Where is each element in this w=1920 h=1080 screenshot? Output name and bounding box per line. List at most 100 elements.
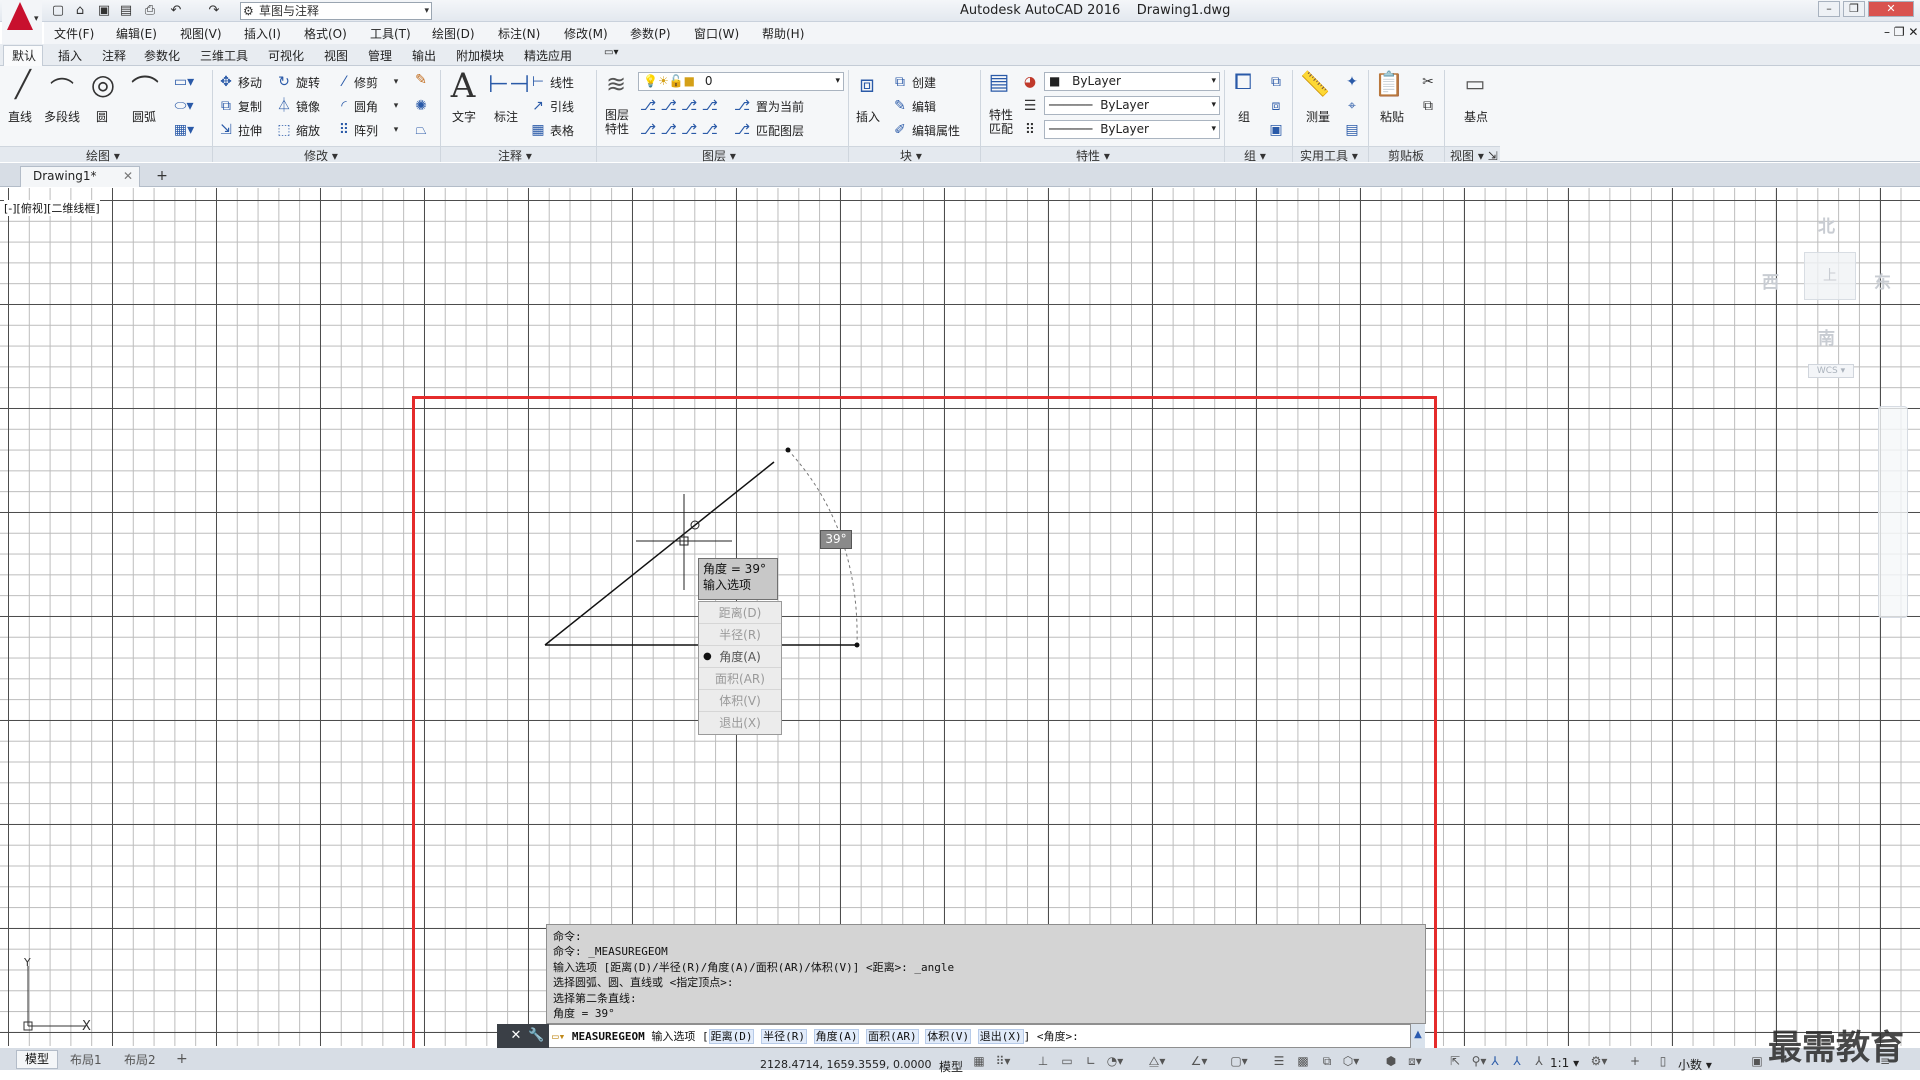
option-angle[interactable]: ● 角度(A) [699, 646, 781, 668]
tab-addins[interactable]: 附加模块 [456, 47, 504, 64]
arc-icon[interactable]: ⌒ [128, 68, 162, 108]
tab-manage[interactable]: 管理 [368, 47, 392, 64]
tab-parametric[interactable]: 参数化 [144, 47, 180, 64]
calculator-icon[interactable]: ▤ [1344, 122, 1360, 138]
tab-visualize[interactable]: 可视化 [268, 47, 304, 64]
table-icon[interactable]: ▦ [530, 122, 546, 138]
menu-parametric[interactable]: 参数(P) [630, 25, 671, 42]
option-radius[interactable]: 半径(R) [699, 624, 781, 646]
layer-tools-icons-2[interactable]: ⎇ ⎇ ⎇ ⎇ [640, 122, 730, 138]
insert-block-button[interactable]: 插入 [856, 108, 880, 125]
dimension-button[interactable]: 标注 [494, 108, 518, 125]
line-icon[interactable]: ╱ [6, 70, 40, 100]
close-icon[interactable]: ✕ [123, 167, 133, 186]
table-button[interactable]: 表格 [550, 122, 574, 139]
tab-insert[interactable]: 插入 [58, 47, 82, 64]
menu-window[interactable]: 窗口(W) [694, 25, 739, 42]
snap-icon[interactable]: ⠿▾ [994, 1054, 1012, 1068]
group-icon[interactable]: ⧠ [1228, 70, 1258, 95]
match-layer-icon[interactable]: ⎇ [734, 122, 750, 138]
copy-icon[interactable]: ⧉ [218, 98, 234, 114]
command-prompt[interactable]: ▭▾ MEASUREGEOM 输入选项 [距离(D) 半径(R) 角度(A) 面… [552, 1028, 1079, 1044]
color-select[interactable]: ■ ByLayer ▾ [1044, 72, 1220, 91]
viewcube-west[interactable]: 西 [1762, 268, 1779, 293]
minimize-button[interactable]: – [1818, 1, 1840, 17]
tab-output[interactable]: 输出 [412, 47, 436, 64]
viewcube-north[interactable]: 北 [1818, 212, 1835, 237]
group-select-icon[interactable]: ▣ [1268, 122, 1284, 138]
tab-layout2[interactable]: 布局2 [124, 1051, 156, 1068]
layer-select[interactable]: 💡☀🔓■ 0 ▾ [638, 72, 844, 91]
units-select[interactable]: 小数 ▾ [1678, 1056, 1712, 1073]
transparency-toggle-icon[interactable]: ▩ [1294, 1054, 1312, 1068]
menu-view[interactable]: 视图(V) [180, 25, 222, 42]
scale-button[interactable]: 缩放 [296, 122, 320, 139]
viewcube-south[interactable]: 南 [1818, 324, 1835, 349]
panel-annotation-label[interactable]: 注释 ▾ [498, 147, 532, 164]
base-view-icon[interactable]: ▭ [1458, 72, 1492, 97]
dimension-icon[interactable]: ⊢⊣ [488, 70, 530, 98]
tab-home[interactable]: 默认 [12, 47, 36, 64]
panel-view-label[interactable]: 视图 ▾ ⇲ [1450, 147, 1498, 164]
edit-attributes-icon[interactable]: ✐ [892, 122, 908, 138]
new-file-icon[interactable]: ▢ [50, 3, 66, 18]
chevron-down-icon[interactable]: ▾ [390, 74, 402, 90]
workspace-select[interactable]: ⚙ 草图与注释 ▾ [240, 2, 432, 20]
panel-clipboard-label[interactable]: 剪贴板 [1388, 147, 1424, 164]
linear-button[interactable]: 线性 [550, 74, 574, 91]
copy-clip-icon[interactable]: ⧉ [1420, 98, 1436, 114]
new-tab-button[interactable]: + [152, 169, 172, 185]
rotate-button[interactable]: 旋转 [296, 74, 320, 91]
doc-window-controls[interactable]: – ❐ ✕ [1884, 25, 1918, 39]
text-icon[interactable]: A [446, 66, 480, 106]
save-as-icon[interactable]: ▤ [118, 3, 134, 18]
polyline-icon[interactable]: ⌒ [44, 70, 80, 105]
match-layer-button[interactable]: 匹配图层 [756, 122, 804, 139]
trim-button[interactable]: 修剪 [354, 74, 378, 91]
menu-dimension[interactable]: 标注(N) [498, 25, 540, 42]
layer-properties-button[interactable]: 图层特性 [604, 108, 630, 136]
annotation-scale-icon[interactable]: ⅄ [1508, 1054, 1526, 1068]
hatch-icon[interactable]: ⬭▾ [172, 98, 196, 114]
circle-button[interactable]: 圆 [96, 108, 108, 125]
set-current-icon[interactable]: ⎇ [734, 98, 750, 114]
cmd-option-distance[interactable]: 距离(D) [708, 1029, 755, 1044]
cmd-option-angle[interactable]: 角度(A) [813, 1029, 860, 1044]
leader-icon[interactable]: ↗ [530, 98, 546, 114]
option-exit[interactable]: 退出(X) [699, 712, 781, 734]
arc-button[interactable]: 圆弧 [132, 108, 156, 125]
linear-dim-icon[interactable]: ⊢ [530, 74, 546, 90]
fillet-button[interactable]: 圆角 [354, 98, 378, 115]
print-icon[interactable]: ⎙ [142, 3, 158, 18]
text-button[interactable]: 文字 [452, 108, 476, 125]
set-current-button[interactable]: 置为当前 [756, 98, 804, 115]
region-icon[interactable]: ▦▾ [172, 122, 196, 138]
edit-attributes-button[interactable]: 编辑属性 [912, 122, 960, 139]
wrench-icon[interactable]: 🔧 [528, 1028, 544, 1043]
menu-tools[interactable]: 工具(T) [370, 25, 411, 42]
navigation-bar[interactable] [1878, 406, 1908, 618]
isodraft-icon[interactable]: ⧋▾ [1148, 1054, 1166, 1069]
linetype-select[interactable]: ────── ByLayer ▾ [1044, 96, 1220, 115]
gear-icon[interactable]: ⚙▾ [1590, 1054, 1608, 1068]
menu-draw[interactable]: 绘图(D) [432, 25, 475, 42]
stretch-button[interactable]: 拉伸 [238, 122, 262, 139]
file-tab-drawing1[interactable]: Drawing1* ✕ [20, 166, 140, 187]
annotation-icon[interactable]: ⅄ [1530, 1054, 1548, 1068]
annotation-autoscale-icon[interactable]: ⅄ [1486, 1054, 1504, 1068]
restore-button[interactable]: ❐ [1843, 1, 1865, 17]
3d-osnap-icon[interactable]: ⬡▾ [1342, 1054, 1360, 1068]
cut-icon[interactable]: ✂ [1420, 74, 1436, 90]
line-button[interactable]: 直线 [8, 108, 32, 125]
cmd-option-exit[interactable]: 退出(X) [977, 1029, 1024, 1044]
selection-filter-icon[interactable]: ⧈▾ [1406, 1054, 1424, 1069]
quick-select-icon[interactable]: ✦ [1344, 74, 1360, 90]
infer-constraints-icon[interactable]: ⊥ [1034, 1054, 1052, 1068]
panel-draw-label[interactable]: 绘图 ▾ [86, 147, 120, 164]
panel-block-label[interactable]: 块 ▾ [900, 147, 922, 164]
color-wheel-icon[interactable]: ◕ [1022, 74, 1038, 90]
menu-modify[interactable]: 修改(M) [564, 25, 608, 42]
insert-block-icon[interactable]: ⧈ [852, 70, 882, 98]
command-history-toggle[interactable]: ▲ [1410, 1024, 1425, 1048]
copy-button[interactable]: 复制 [238, 98, 262, 115]
